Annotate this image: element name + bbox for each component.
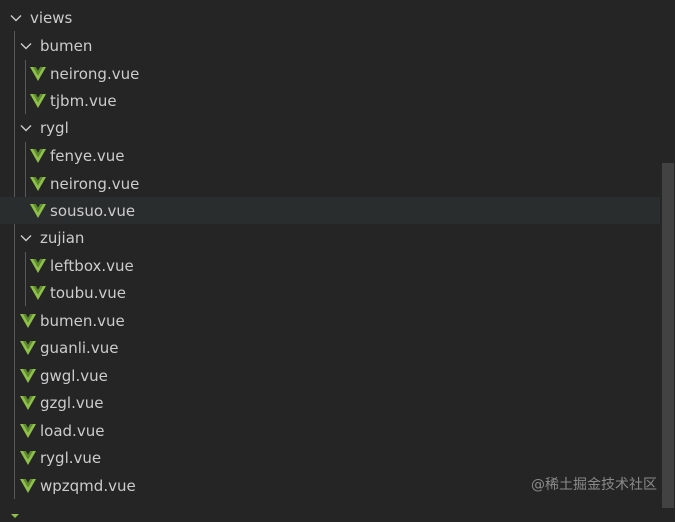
file-label: guanli.vue bbox=[40, 338, 119, 357]
folder-label: views bbox=[30, 8, 73, 27]
file-item[interactable]: toubu.vue bbox=[0, 279, 660, 306]
file-item[interactable]: fenye.vue bbox=[0, 142, 660, 169]
file-label: rygl.vue bbox=[40, 448, 102, 467]
vue-file-icon bbox=[20, 423, 36, 439]
chevron-down-icon bbox=[18, 38, 34, 54]
file-item[interactable]: tjbm.vue bbox=[0, 87, 660, 114]
vue-file-icon bbox=[20, 368, 36, 384]
vue-file-icon bbox=[8, 504, 22, 518]
vue-file-icon bbox=[20, 478, 36, 494]
file-label: neirong.vue bbox=[50, 64, 140, 83]
folder-bumen[interactable]: bumen bbox=[0, 32, 660, 59]
folder-label: zujian bbox=[40, 228, 85, 247]
file-label: gwgl.vue bbox=[40, 366, 108, 385]
file-item-hovered[interactable]: sousuo.vue bbox=[0, 197, 660, 224]
file-item[interactable]: gwgl.vue bbox=[0, 362, 660, 389]
folder-zujian[interactable]: zujian bbox=[0, 224, 660, 251]
chevron-down-icon bbox=[18, 230, 34, 246]
vue-file-icon bbox=[20, 450, 36, 466]
file-label: wpzqmd.vue bbox=[40, 476, 136, 495]
vue-file-icon bbox=[30, 66, 46, 82]
watermark-text: @稀土掘金技术社区 bbox=[531, 477, 657, 493]
chevron-down-icon bbox=[18, 120, 34, 136]
file-label: gzgl.vue bbox=[40, 393, 104, 412]
file-item[interactable]: bumen.vue bbox=[0, 307, 660, 334]
vue-file-icon bbox=[30, 148, 46, 164]
file-label: bumen.vue bbox=[40, 311, 125, 330]
vue-file-icon bbox=[30, 93, 46, 109]
scrollbar-track[interactable] bbox=[661, 0, 675, 508]
folder-label: bumen bbox=[40, 36, 93, 55]
file-label: sousuo.vue bbox=[50, 201, 136, 220]
file-label: neirong.vue bbox=[50, 174, 140, 193]
vue-file-icon bbox=[20, 340, 36, 356]
file-item[interactable]: load.vue bbox=[0, 417, 660, 444]
scrollbar-thumb[interactable] bbox=[662, 163, 674, 508]
file-label: load.vue bbox=[40, 421, 105, 440]
file-item[interactable]: neirong.vue bbox=[0, 170, 660, 197]
file-item[interactable]: leftbox.vue bbox=[0, 252, 660, 279]
chevron-down-icon bbox=[8, 10, 24, 26]
vue-file-icon bbox=[20, 313, 36, 329]
vue-file-icon bbox=[20, 395, 36, 411]
vue-file-icon bbox=[30, 258, 46, 274]
folder-views[interactable]: views bbox=[0, 4, 660, 31]
file-item[interactable]: gzgl.vue bbox=[0, 389, 660, 416]
folder-label: rygl bbox=[40, 118, 69, 137]
vue-file-icon bbox=[30, 176, 46, 192]
file-item[interactable]: neirong.vue bbox=[0, 60, 660, 87]
file-label: leftbox.vue bbox=[50, 256, 134, 275]
file-label: toubu.vue bbox=[50, 283, 126, 302]
file-item[interactable]: rygl.vue bbox=[0, 444, 660, 471]
file-item[interactable]: guanli.vue bbox=[0, 334, 660, 361]
file-label: tjbm.vue bbox=[50, 91, 117, 110]
folder-rygl[interactable]: rygl bbox=[0, 114, 660, 141]
vue-file-icon bbox=[30, 285, 46, 301]
file-label: fenye.vue bbox=[50, 146, 125, 165]
vue-file-icon bbox=[30, 203, 46, 219]
